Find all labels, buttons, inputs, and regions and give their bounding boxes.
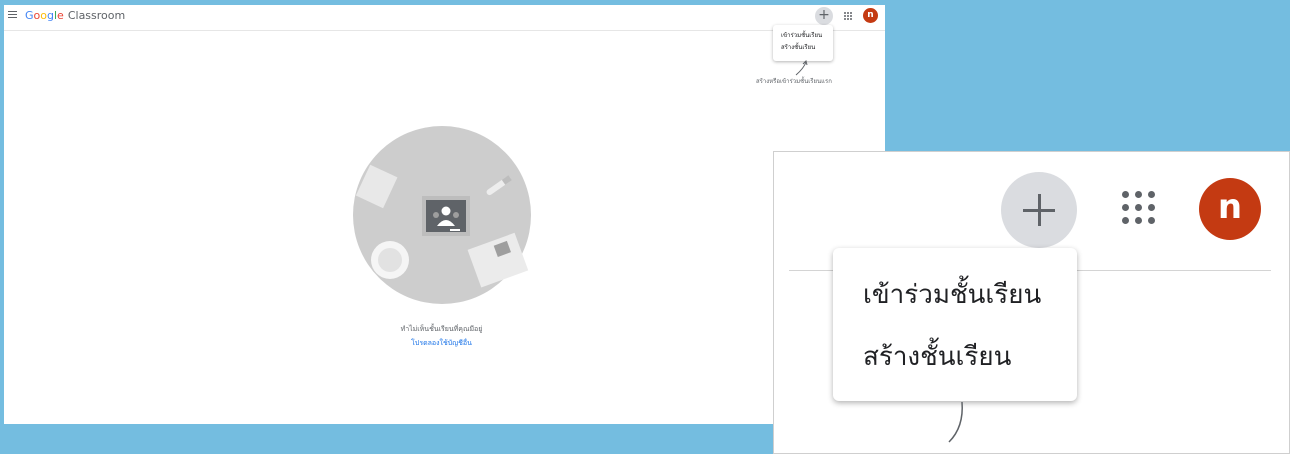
zoomed-account-avatar[interactable]: n xyxy=(1199,178,1261,240)
zoomed-menu-item-join-class[interactable]: เข้าร่วมชั้นเรียน xyxy=(863,274,1041,315)
classroom-screenshot: Google Classroom + n เข้าร่วมชั้นเรียน สร… xyxy=(4,5,885,424)
hint-arrow-icon xyxy=(795,60,808,76)
apps-grid-icon[interactable] xyxy=(844,12,853,21)
zoomed-menu-item-create-class[interactable]: สร้างชั้นเรียน xyxy=(863,336,1011,377)
zoomed-header-inset: n เข้าร่วมชั้นเรียน สร้างชั้นเรียน xyxy=(773,151,1290,454)
add-class-menu: เข้าร่วมชั้นเรียน สร้างชั้นเรียน xyxy=(773,25,833,61)
zoomed-hint-arrow-icon xyxy=(948,401,963,443)
add-class-button[interactable]: + xyxy=(815,7,833,25)
top-app-bar: Google Classroom + n xyxy=(4,5,885,31)
empty-state-title: ทำไม่เห็นชั้นเรียนที่คุณมีอยู่ xyxy=(400,325,483,333)
create-or-join-hint: สร้างหรือเข้าร่วมชั้นเรียนแรก xyxy=(756,78,832,85)
hamburger-menu-icon[interactable] xyxy=(8,11,17,19)
zoomed-add-class-button[interactable] xyxy=(1001,172,1077,248)
empty-classroom-illustration xyxy=(353,126,531,304)
menu-item-create-class[interactable]: สร้างชั้นเรียน xyxy=(773,42,833,54)
try-another-account-link[interactable]: โปรดลองใช้บัญชีอื่น xyxy=(334,338,549,349)
zoomed-apps-grid-icon[interactable] xyxy=(1122,191,1156,225)
product-name: Classroom xyxy=(67,9,126,22)
zoomed-add-class-menu: เข้าร่วมชั้นเรียน สร้างชั้นเรียน xyxy=(833,248,1077,401)
menu-item-join-class[interactable]: เข้าร่วมชั้นเรียน xyxy=(773,30,833,42)
account-avatar[interactable]: n xyxy=(863,8,878,23)
google-classroom-logo[interactable]: Google Classroom xyxy=(25,9,125,22)
